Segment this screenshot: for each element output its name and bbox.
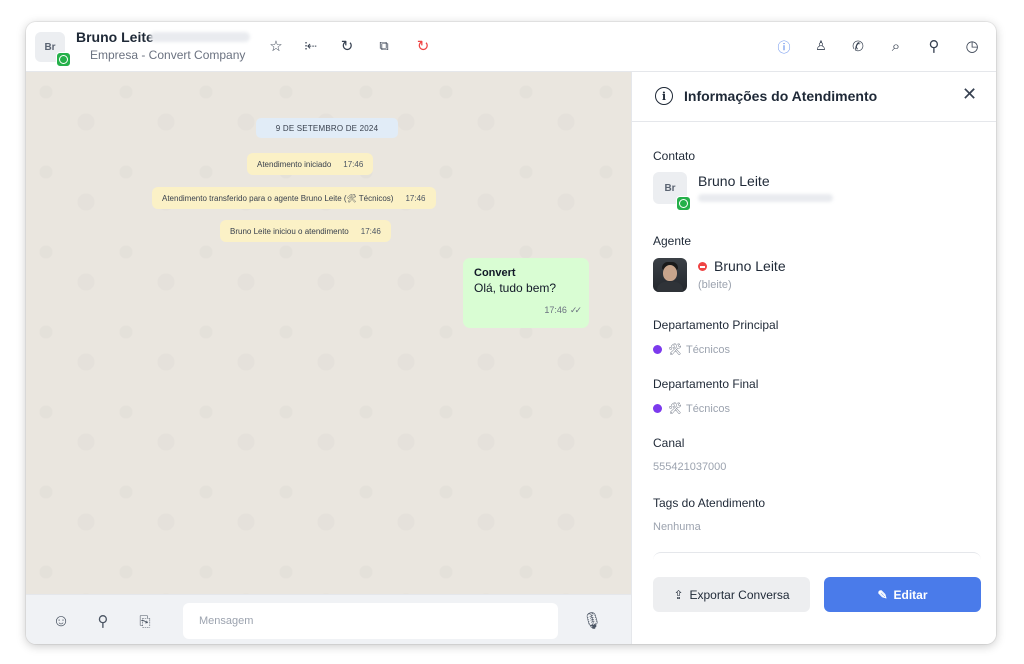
system-message: Bruno Leite iniciou o atendimento 17:46 bbox=[220, 220, 391, 242]
contact-label: Contato bbox=[653, 149, 696, 163]
system-message-text: Atendimento iniciado bbox=[257, 159, 332, 169]
clock-icon[interactable]: ◷ bbox=[962, 36, 982, 56]
channel-label: Canal bbox=[653, 436, 685, 450]
dept-main-label: Departamento Principal bbox=[653, 318, 779, 332]
tools-icon: 🛠 bbox=[668, 403, 682, 415]
double-check-icon: ✓✓ bbox=[569, 305, 582, 315]
agent-name-row: Bruno Leite bbox=[698, 258, 786, 274]
agent-avatar-body bbox=[657, 282, 683, 292]
chat-header: Br Bruno Leite Empresa - Convert Company… bbox=[26, 22, 996, 72]
system-message: Atendimento iniciado 17:46 bbox=[247, 153, 374, 175]
whatsapp-icon bbox=[676, 196, 691, 211]
star-icon[interactable]: ☆ bbox=[266, 36, 286, 56]
avatar-initials: Br bbox=[44, 41, 56, 53]
tags-label: Tags do Atendimento bbox=[653, 496, 766, 510]
dept-main-name: Técnicos bbox=[685, 344, 730, 356]
refresh-icon[interactable]: ↻ bbox=[337, 36, 357, 56]
close-chat-icon[interactable]: ↻ bbox=[413, 36, 433, 56]
message-time: 17:46 bbox=[544, 305, 567, 315]
edit-button[interactable]: ✎ Editar bbox=[824, 577, 981, 612]
dept-final-value: 🛠 Técnicos bbox=[653, 402, 730, 415]
panel-title: Informações do Atendimento bbox=[684, 88, 878, 104]
message-composer: ☺ ⚲ ⎘ 🎙 bbox=[26, 594, 631, 644]
contact-phone-redacted bbox=[698, 194, 833, 202]
export-label: Exportar Conversa bbox=[689, 587, 790, 602]
dept-final-label: Departamento Final bbox=[653, 377, 759, 391]
attach-icon[interactable]: ⚲ bbox=[924, 36, 944, 56]
panel-divider bbox=[653, 552, 981, 562]
export-conversation-button[interactable]: ⇪ Exportar Conversa bbox=[653, 577, 810, 612]
whatsapp-icon bbox=[56, 52, 71, 67]
dept-final-name: Técnicos bbox=[685, 403, 730, 415]
search-icon[interactable]: ⌕ bbox=[886, 36, 906, 56]
message-sender: Convert bbox=[474, 267, 516, 279]
info-icon: i bbox=[655, 87, 673, 105]
info-panel: i Informações do Atendimento ✕ Contato B… bbox=[631, 72, 996, 644]
agent-avatar-face bbox=[663, 265, 677, 281]
system-message-time: 17:46 bbox=[360, 226, 381, 236]
copy-icon[interactable]: ⧉ bbox=[374, 36, 394, 56]
quick-reply-icon[interactable]: ⎘ bbox=[134, 610, 156, 632]
pencil-icon: ✎ bbox=[877, 587, 888, 602]
microphone-icon[interactable]: 🎙 bbox=[581, 610, 603, 632]
contact-company: Empresa - Convert Company bbox=[90, 48, 246, 62]
tools-icon: 🛠 bbox=[668, 344, 682, 356]
system-message-text: Atendimento transferido para o agente Br… bbox=[162, 193, 394, 203]
phone-icon[interactable]: ✆ bbox=[848, 36, 868, 56]
system-message: Atendimento transferido para o agente Br… bbox=[152, 187, 436, 209]
message-text: Olá, tudo bem? bbox=[474, 281, 557, 295]
message-time-wrap: 17:46 ✓✓ bbox=[544, 305, 582, 316]
date-separator: 9 DE SETEMBRO DE 2024 bbox=[256, 118, 398, 138]
message-input[interactable] bbox=[183, 603, 558, 639]
channel-value: 555421037000 bbox=[653, 461, 727, 473]
dept-color-dot bbox=[653, 404, 662, 413]
system-message-time: 17:46 bbox=[343, 159, 364, 169]
panel-header: i Informações do Atendimento ✕ bbox=[632, 72, 996, 122]
agent-name: Bruno Leite bbox=[714, 258, 786, 274]
app-window: Br Bruno Leite Empresa - Convert Company… bbox=[26, 22, 996, 644]
busy-status-icon bbox=[698, 262, 707, 271]
share-icon: ⇪ bbox=[673, 587, 684, 602]
edit-label: Editar bbox=[893, 587, 928, 602]
system-message-text: Bruno Leite iniciou o atendimento bbox=[230, 226, 349, 236]
contact-name: Bruno Leite bbox=[698, 173, 770, 189]
emoji-icon[interactable]: ☺ bbox=[50, 610, 72, 632]
user-icon[interactable]: ♙ bbox=[811, 36, 831, 56]
contact-name: Bruno Leite bbox=[76, 29, 154, 45]
agent-label: Agente bbox=[653, 234, 692, 248]
chat-area[interactable]: 9 DE SETEMBRO DE 2024 Atendimento inicia… bbox=[26, 72, 631, 594]
avatar-initials: Br bbox=[664, 182, 676, 194]
attach-icon[interactable]: ⚲ bbox=[92, 610, 114, 632]
dept-main-value: 🛠 Técnicos bbox=[653, 343, 730, 356]
system-message-time: 17:46 bbox=[405, 193, 426, 203]
close-icon[interactable]: ✕ bbox=[962, 84, 977, 105]
dept-color-dot bbox=[653, 345, 662, 354]
tags-value: Nenhuma bbox=[653, 521, 701, 533]
transfer-icon[interactable]: ⁝⇠ bbox=[300, 36, 320, 56]
contact-phone-redacted bbox=[150, 32, 250, 42]
agent-avatar bbox=[653, 258, 687, 292]
info-icon[interactable]: ⓘ bbox=[774, 36, 794, 56]
agent-username: (bleite) bbox=[698, 279, 732, 291]
message-bubble[interactable]: Convert Olá, tudo bem? 17:46 ✓✓ bbox=[463, 258, 589, 328]
